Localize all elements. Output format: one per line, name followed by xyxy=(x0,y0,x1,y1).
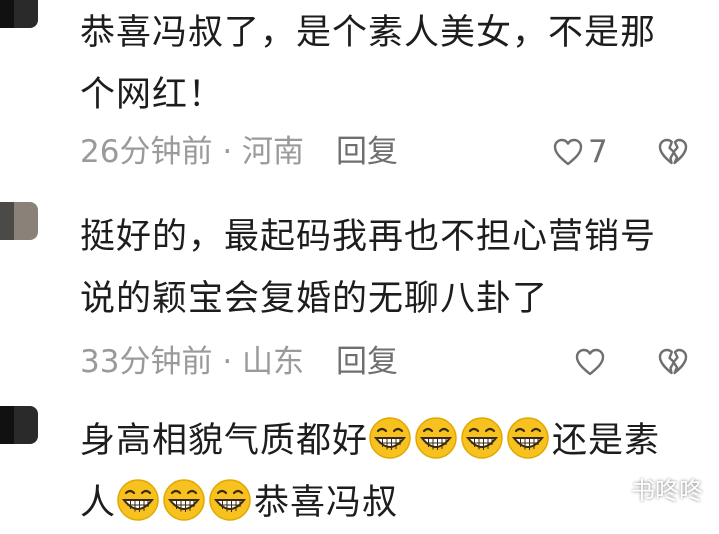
comment-item: 身高相貌气质都好 还是素 人 恭喜冯叔 xyxy=(0,400,719,523)
comment-item: 挺好的，最起码我再也不担心营销号 说的颖宝会复婚的无聊八卦了 33分钟前 · 山… xyxy=(0,196,719,396)
comment-text-line: 身高相貌气质都好 还是素 xyxy=(80,410,700,472)
grinning-face-emoji-icon xyxy=(369,417,411,459)
comment-text-segment: 身高相貌气质都好 xyxy=(80,421,369,461)
avatar[interactable] xyxy=(0,202,38,240)
comment-meta: 33分钟前 · 山东 xyxy=(80,342,304,382)
comment-time: 33分钟前 xyxy=(80,344,213,380)
comment-location: 河南 xyxy=(242,134,305,170)
comment-text-line: 个网红！ xyxy=(80,75,225,115)
avatar[interactable] xyxy=(0,406,38,444)
broken-heart-icon xyxy=(658,138,688,165)
grinning-face-emoji-icon xyxy=(415,417,457,459)
heart-outline-icon xyxy=(553,138,583,166)
grinning-face-emoji-icon xyxy=(461,417,503,459)
watermark: 书咚咚 xyxy=(631,477,703,505)
grinning-face-emoji-icon xyxy=(117,479,159,521)
dislike-button[interactable] xyxy=(657,342,689,382)
comment-text-line: 恭喜冯叔了，是个素人美女，不是那 xyxy=(80,13,657,53)
grinning-face-emoji-icon xyxy=(209,479,251,521)
grinning-face-emoji-icon xyxy=(507,417,549,459)
comment-item: 恭喜冯叔了，是个素人美女，不是那 个网红！ 26分钟前 · 河南 回复 7 xyxy=(0,0,719,190)
dislike-button[interactable] xyxy=(657,132,689,172)
comment-time: 26分钟前 xyxy=(80,134,213,170)
comment-text-line: 人 恭喜冯叔 xyxy=(80,472,700,534)
comment-text-line: 说的颖宝会复婚的无聊八卦了 xyxy=(80,279,549,319)
avatar[interactable] xyxy=(0,0,38,28)
like-button[interactable] xyxy=(574,342,610,382)
broken-heart-icon xyxy=(658,348,688,375)
like-button[interactable]: 7 xyxy=(552,132,608,172)
heart-outline-icon xyxy=(575,348,605,376)
meta-separator: · xyxy=(222,344,233,380)
comment-meta: 26分钟前 · 河南 xyxy=(80,132,304,172)
comment-text: 身高相貌气质都好 还是素 人 恭喜冯叔 xyxy=(80,410,700,534)
comment-location: 山东 xyxy=(242,344,305,380)
comment-text-line: 挺好的，最起码我再也不担心营销号 xyxy=(80,217,657,257)
reply-button[interactable]: 回复 xyxy=(336,342,398,382)
grinning-face-emoji-icon xyxy=(163,479,205,521)
comment-text-segment: 还是素 xyxy=(552,421,661,461)
like-count: 7 xyxy=(588,134,608,170)
comment-text: 挺好的，最起码我再也不担心营销号 说的颖宝会复婚的无聊八卦了 xyxy=(80,206,700,330)
comment-text: 恭喜冯叔了，是个素人美女，不是那 个网红！ xyxy=(80,2,700,126)
comment-text-segment: 人 xyxy=(80,483,117,523)
meta-separator: · xyxy=(222,134,233,170)
comment-text-segment: 恭喜冯叔 xyxy=(254,483,399,523)
reply-button[interactable]: 回复 xyxy=(336,132,398,172)
